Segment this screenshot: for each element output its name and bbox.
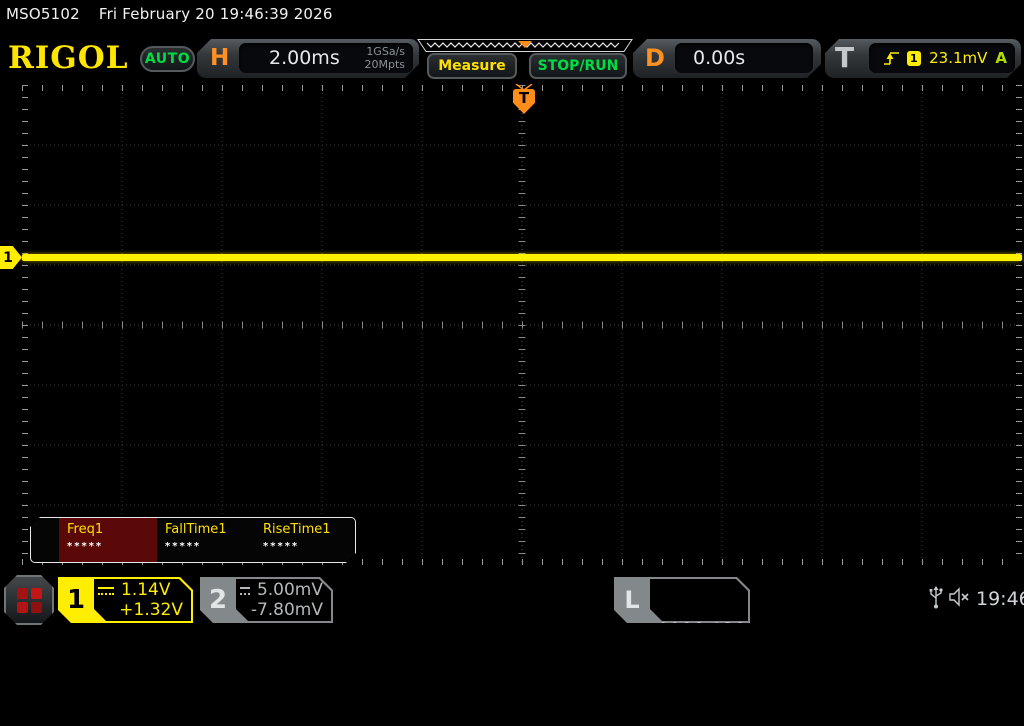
zigzag-icon: [417, 39, 633, 52]
function-navigation-button[interactable]: [4, 575, 54, 625]
measurement-item-falltime1[interactable]: FallTime1 *****: [157, 518, 255, 562]
trigger-level: 23.1mV: [929, 49, 988, 67]
rigol-logo: RIGOL: [8, 40, 129, 76]
channel1-position-marker[interactable]: 1: [0, 246, 22, 269]
title-bar: MSO5102 Fri February 20 19:46:39 2026: [6, 5, 333, 23]
logic-row1: 0 1 2 3 4 5 6 7: [660, 621, 757, 633]
dc-coupling-icon: [98, 587, 114, 595]
logic-channels-widget[interactable]: L 0 1 2 3 4 5 6 7 8 9 10 11 12 13 14 15: [614, 577, 750, 623]
channel2-number: 2: [208, 585, 228, 615]
measurement-value: *****: [67, 541, 104, 552]
channel1-trace: [22, 254, 1022, 261]
measurement-value: *****: [263, 541, 300, 552]
dc-coupling-icon: [240, 587, 250, 595]
channel2-values: 5.00mV -7.80mV: [240, 580, 323, 620]
logic-row2: 8 9 10 11 12 13 14 15: [660, 675, 798, 687]
rising-edge-icon: [883, 51, 899, 66]
waveform-position-bar[interactable]: [413, 37, 637, 52]
channel1-status-widget[interactable]: 1 1.14V +1.32V: [58, 577, 193, 623]
measurement-label: Freq1: [67, 522, 104, 537]
channel1-scale: 1.14V: [121, 580, 171, 600]
delay-value: 0.00s: [693, 47, 746, 69]
speaker-muted-icon: [949, 587, 969, 607]
horizontal-settings-widget[interactable]: H 2.00ms 1GSa/s 20Mpts: [197, 39, 419, 78]
measurement-label: RiseTime1: [263, 522, 331, 537]
trigger-label: T: [835, 41, 855, 74]
measurement-item-freq1[interactable]: Freq1 *****: [59, 518, 157, 562]
measurement-value: *****: [165, 541, 202, 552]
model-name: MSO5102: [6, 5, 80, 23]
channel1-offset: +1.32V: [119, 600, 183, 620]
delay-inset: 0.00s: [675, 43, 813, 73]
trigger-inset: 1 23.1mV A: [869, 43, 1015, 73]
graticule-grid: [22, 85, 1022, 565]
horizontal-inset: 2.00ms 1GSa/s 20Mpts: [239, 43, 413, 73]
usb-icon: [929, 586, 943, 609]
logic-channel-numbers: 0 1 2 3 4 5 6 7 8 9 10 11 12 13 14 15: [660, 582, 798, 726]
channel2-offset: -7.80mV: [250, 600, 323, 620]
clock-text: 19:46: [976, 588, 1024, 610]
horizontal-label: H: [210, 45, 230, 71]
measure-button[interactable]: Measure: [427, 53, 517, 79]
red-grid-icon: [17, 588, 42, 613]
channel1-number: 1: [66, 585, 86, 615]
memory-depth: 20Mpts: [364, 58, 405, 71]
measurement-panel: Freq1 ***** FallTime1 ***** RiseTime1 **…: [30, 517, 356, 563]
auto-button[interactable]: AUTO: [140, 46, 195, 72]
datetime-text: Fri February 20 19:46:39 2026: [98, 5, 333, 23]
measurement-label: FallTime1: [165, 522, 227, 537]
measurement-item-risetime1[interactable]: RiseTime1 *****: [255, 518, 353, 562]
acquisition-info: 1GSa/s 20Mpts: [364, 45, 413, 71]
sample-rate: 1GSa/s: [366, 45, 405, 58]
delay-label: D: [645, 44, 665, 72]
stop-run-button[interactable]: STOP/RUN: [529, 53, 627, 79]
trigger-source-badge: 1: [907, 51, 922, 66]
delay-widget[interactable]: D 0.00s: [633, 39, 821, 78]
channel2-scale: 5.00mV: [256, 580, 323, 600]
logic-label: L: [624, 586, 640, 614]
timebase-value: 2.00ms: [269, 47, 340, 69]
channel1-values: 1.14V +1.32V: [98, 580, 183, 620]
trigger-sweep-mode: A: [995, 49, 1007, 67]
trigger-widget[interactable]: T 1 23.1mV A: [825, 39, 1021, 78]
channel2-status-widget[interactable]: 2 5.00mV -7.80mV: [200, 577, 333, 623]
